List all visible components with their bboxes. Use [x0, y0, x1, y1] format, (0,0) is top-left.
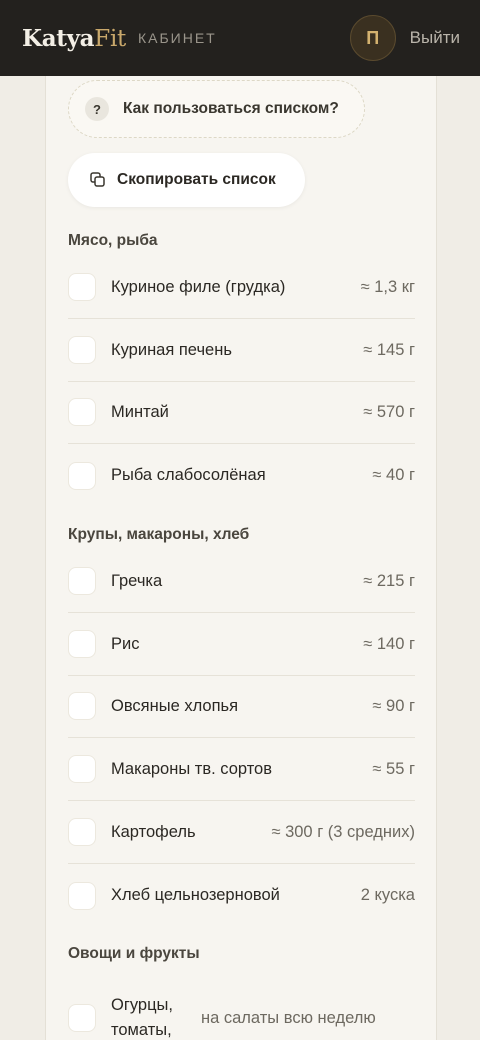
item-name: Картофель [111, 822, 196, 841]
list-item: Рис ≈ 140 г [68, 613, 415, 676]
list-item: Гречка ≈ 215 г [68, 550, 415, 613]
item-checkbox[interactable] [68, 273, 96, 301]
item-quantity: ≈ 90 г [372, 696, 415, 715]
help-button[interactable]: ? Как пользоваться списком? [68, 80, 365, 138]
item-checkbox[interactable] [68, 461, 96, 490]
item-name: Рыба слабосолёная [111, 466, 266, 484]
item-checkbox[interactable] [68, 692, 96, 720]
item-checkbox[interactable] [68, 755, 96, 783]
item-checkbox[interactable] [68, 881, 96, 910]
list-item: Рыба слабосолёная ≈ 40 г [68, 444, 415, 507]
item-quantity: ≈ 55 г [372, 759, 415, 778]
brand-logo[interactable]: Katya Fit [22, 25, 126, 52]
list-item: Овсяные хлопья ≈ 90 г [68, 675, 415, 738]
list-item: Хлеб цельнозерновой 2 куска [68, 864, 415, 927]
item-name: Хлеб цельнозерновой [111, 886, 280, 904]
list-item: Макароны тв. сортов ≈ 55 г [68, 738, 415, 801]
item-checkbox[interactable] [68, 1004, 96, 1032]
item-checkbox[interactable] [68, 398, 96, 426]
item-quantity: на салаты всю неделю [201, 1008, 376, 1027]
item-quantity: ≈ 570 г [363, 402, 415, 421]
top-bar: Katya Fit КАБИНЕТ П Выйти [0, 0, 480, 76]
copy-icon [90, 172, 105, 187]
item-checkbox[interactable] [68, 567, 96, 595]
item-quantity: ≈ 215 г [363, 571, 415, 590]
category-title: Овощи и фрукты [68, 945, 200, 962]
copy-list-button[interactable]: Скопировать список [68, 153, 305, 207]
item-quantity: 2 куска [360, 886, 415, 904]
item-checkbox[interactable] [68, 336, 96, 364]
category-title: Мясо, рыба [68, 232, 158, 249]
avatar[interactable]: П [349, 15, 396, 61]
shopping-list-panel: ? Как пользоваться списком? Скопировать … [45, 76, 437, 1040]
avatar-initial: П [366, 27, 380, 48]
item-name: Рис [111, 634, 140, 653]
brand-main: Katya [22, 24, 95, 52]
logout-link[interactable]: Выйти [410, 28, 460, 48]
list-item: Куриная печень ≈ 145 г [68, 319, 415, 382]
item-quantity: ≈ 300 г (3 средних) [271, 822, 415, 841]
item-quantity: ≈ 140 г [363, 634, 415, 653]
item-name: Овсяные хлопья [111, 696, 239, 715]
item-checkbox[interactable] [68, 818, 96, 846]
item-name: Куриная печень [111, 340, 232, 359]
item-checkbox[interactable] [68, 630, 96, 658]
item-quantity: ≈ 1,3 кг [360, 277, 415, 296]
help-label: Как пользоваться списком? [123, 100, 339, 117]
item-quantity: ≈ 40 г [372, 466, 415, 484]
item-name: Куриное филе (грудка) [111, 277, 286, 296]
list-item: Огурцы, томаты, на салаты всю неделю [68, 970, 415, 1040]
copy-list-label: Скопировать список [117, 171, 276, 188]
question-icon: ? [85, 97, 109, 121]
item-name: Минтай [111, 402, 169, 421]
brand-accent: Fit [94, 25, 126, 52]
item-name: Гречка [111, 571, 163, 590]
item-name: Макароны тв. сортов [111, 759, 273, 778]
category-title: Крупы, макароны, хлеб [68, 526, 250, 543]
list-item: Картофель ≈ 300 г (3 средних) [68, 801, 415, 864]
section-label: КАБИНЕТ [137, 30, 217, 46]
list-item: Минтай ≈ 570 г [68, 381, 415, 444]
list-item: Куриное филе (грудка) ≈ 1,3 кг [68, 256, 415, 319]
item-quantity: ≈ 145 г [363, 340, 415, 359]
item-name: Огурцы, томаты, [111, 996, 173, 1039]
